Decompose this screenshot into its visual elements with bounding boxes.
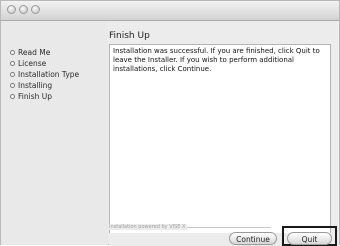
installer-window: Read Me License Installation Type Instal… [0, 0, 340, 246]
step-bullet-icon [10, 72, 15, 77]
step-bullet-icon [10, 83, 15, 88]
installer-steps-sidebar: Read Me License Installation Type Instal… [1, 21, 108, 245]
step-installing: Installing [10, 81, 52, 91]
completion-message: Installation was successful. If you are … [113, 47, 320, 73]
zoom-window-icon[interactable] [31, 5, 40, 14]
step-bullet-icon [10, 61, 15, 66]
title-bar[interactable] [1, 1, 339, 21]
minimize-window-icon[interactable] [19, 5, 28, 14]
step-label: Read Me [18, 48, 51, 57]
footer-divider [173, 227, 271, 228]
quit-button[interactable]: Quit [287, 232, 332, 245]
step-read-me: Read Me [10, 48, 50, 58]
step-bullet-icon [10, 50, 15, 55]
step-label: Finish Up [18, 92, 52, 101]
step-label: License [18, 59, 47, 68]
step-installation-type: Installation Type [10, 70, 79, 80]
step-license: License [10, 59, 46, 69]
page-title: Finish Up [109, 31, 150, 41]
close-window-icon[interactable] [7, 5, 16, 14]
powered-by-label: Installation powered by VISE X [109, 224, 188, 230]
step-finish-up: Finish Up [10, 92, 52, 102]
step-bullet-icon [10, 94, 15, 99]
step-label: Installing [18, 81, 53, 90]
step-label: Installation Type [18, 70, 80, 79]
continue-button[interactable]: Continue [229, 232, 277, 245]
message-panel: Installation was successful. If you are … [109, 44, 331, 246]
